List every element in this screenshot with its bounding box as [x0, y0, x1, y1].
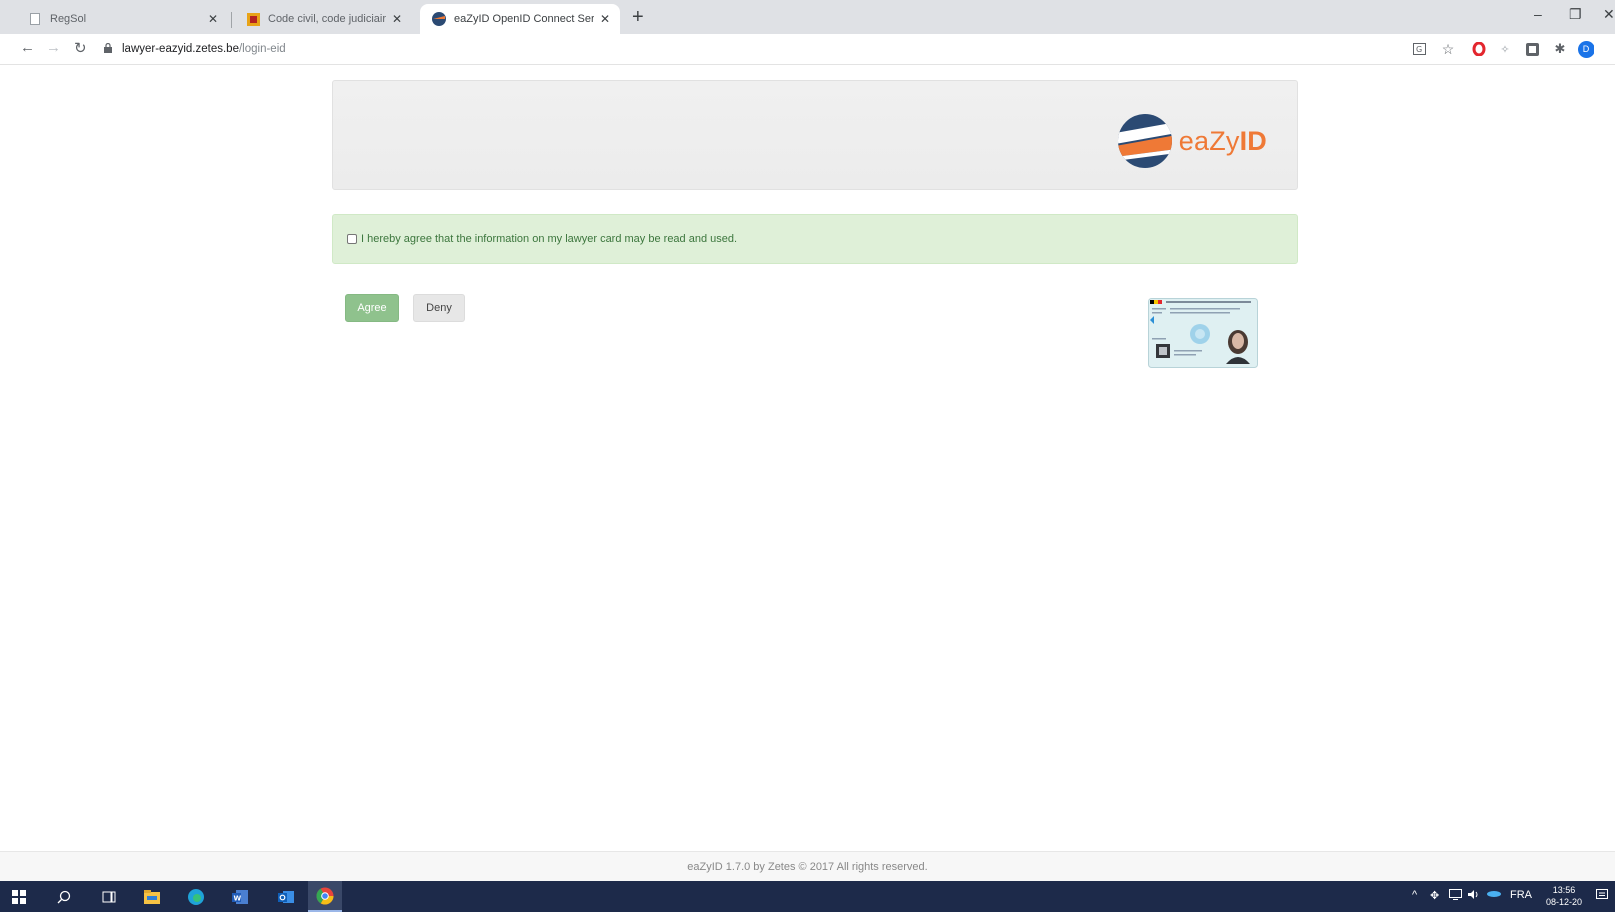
close-tab-icon[interactable]: ✕	[208, 12, 218, 26]
svg-text:G: G	[1416, 45, 1422, 54]
language-indicator[interactable]: FRA	[1510, 889, 1532, 901]
translate-icon[interactable]: G	[1411, 41, 1427, 57]
back-arrow-icon[interactable]: ←	[20, 39, 35, 56]
browser-tab-strip: RegSol ✕ Code civil, code judiciaire, co…	[0, 0, 1615, 34]
forward-arrow-icon[interactable]: →	[46, 39, 61, 56]
minimize-button[interactable]: –	[1534, 6, 1542, 22]
url-host: lawyer-eazyid.zetes.be	[122, 43, 239, 55]
tab-eazyid[interactable]: eaZyID OpenID Connect Server-L ✕	[420, 4, 620, 34]
bookmark-star-icon[interactable]: ☆	[1440, 41, 1456, 57]
system-clock[interactable]: 13:56 08-12-20	[1546, 884, 1582, 908]
url-path: /login-eid	[238, 43, 286, 55]
network-icon[interactable]	[1449, 889, 1462, 900]
profile-avatar[interactable]: D	[1578, 40, 1594, 58]
page-header: eaZyID	[332, 80, 1298, 190]
extension-box-icon[interactable]	[1524, 41, 1540, 57]
restore-button[interactable]: ❐	[1569, 6, 1582, 23]
close-tab-icon[interactable]: ✕	[392, 12, 402, 26]
volume-icon[interactable]	[1468, 889, 1480, 900]
clock-date: 08-12-20	[1546, 897, 1583, 907]
opera-icon[interactable]	[1471, 41, 1487, 57]
id-card-icon	[1148, 298, 1258, 368]
eazyid-favicon-icon	[432, 12, 446, 26]
svg-text:W: W	[234, 895, 242, 903]
browser-toolbar: ← → ↻ lawyer-eazyid.zetes.be /login-eid …	[0, 34, 1615, 65]
consent-alert: I hereby agree that the information on m…	[332, 214, 1298, 264]
lawyer-card-image	[1148, 298, 1258, 368]
consent-checkbox[interactable]	[347, 234, 357, 244]
word-icon[interactable]: W	[231, 888, 249, 906]
tab-title: eaZyID OpenID Connect Server-L	[454, 13, 594, 25]
document-icon	[28, 12, 42, 26]
close-tab-icon[interactable]: ✕	[600, 12, 610, 26]
puzzle-extensions-icon[interactable]: ✱	[1552, 41, 1568, 57]
chrome-taskbar-icon[interactable]	[308, 881, 342, 912]
onedrive-icon[interactable]	[1487, 889, 1501, 897]
close-window-button[interactable]: ✕	[1603, 6, 1615, 23]
lock-icon	[104, 42, 112, 56]
tab-title: RegSol	[50, 13, 87, 25]
law-book-icon	[246, 12, 260, 26]
notifications-icon[interactable]	[1596, 889, 1608, 901]
deny-button[interactable]: Deny	[413, 294, 465, 322]
dropbox-icon[interactable]: ✥	[1430, 889, 1439, 902]
windows-start-icon[interactable]	[10, 888, 28, 906]
agree-button[interactable]: Agree	[345, 294, 399, 322]
tab-separator	[231, 12, 232, 28]
file-explorer-icon[interactable]	[143, 888, 161, 906]
page-footer: eaZyID 1.7.0 by Zetes © 2017 All rights …	[0, 851, 1615, 881]
extension-icon[interactable]: ✧	[1497, 41, 1513, 57]
search-icon[interactable]	[55, 888, 73, 906]
task-view-icon[interactable]	[100, 888, 118, 906]
show-hidden-icons-chevron-icon[interactable]: ^	[1412, 889, 1417, 901]
consent-text: I hereby agree that the information on m…	[361, 233, 738, 245]
profile-initial: D	[1582, 44, 1590, 54]
tab-code-civil[interactable]: Code civil, code judiciaire, code p ✕	[234, 4, 412, 34]
eazyid-logo-mark-icon	[1117, 114, 1172, 168]
logo-text: eaZyID	[1178, 125, 1267, 156]
footer-text: eaZyID 1.7.0 by Zetes © 2017 All rights …	[687, 860, 928, 873]
edge-browser-icon[interactable]	[187, 888, 205, 906]
reload-icon[interactable]: ↻	[74, 39, 87, 57]
new-tab-button[interactable]: +	[632, 7, 644, 27]
windows-taskbar: W ^ ✥ FRA 13:56 08-12-20	[0, 881, 1615, 912]
address-bar[interactable]: lawyer-eazyid.zetes.be /login-eid	[104, 38, 1394, 60]
outlook-icon[interactable]	[277, 888, 295, 906]
tab-regsol[interactable]: RegSol ✕	[16, 4, 228, 34]
clock-time: 13:56	[1552, 885, 1576, 895]
tab-title: Code civil, code judiciaire, code p	[268, 13, 386, 25]
eazyid-logo: eaZyID	[1117, 113, 1267, 169]
